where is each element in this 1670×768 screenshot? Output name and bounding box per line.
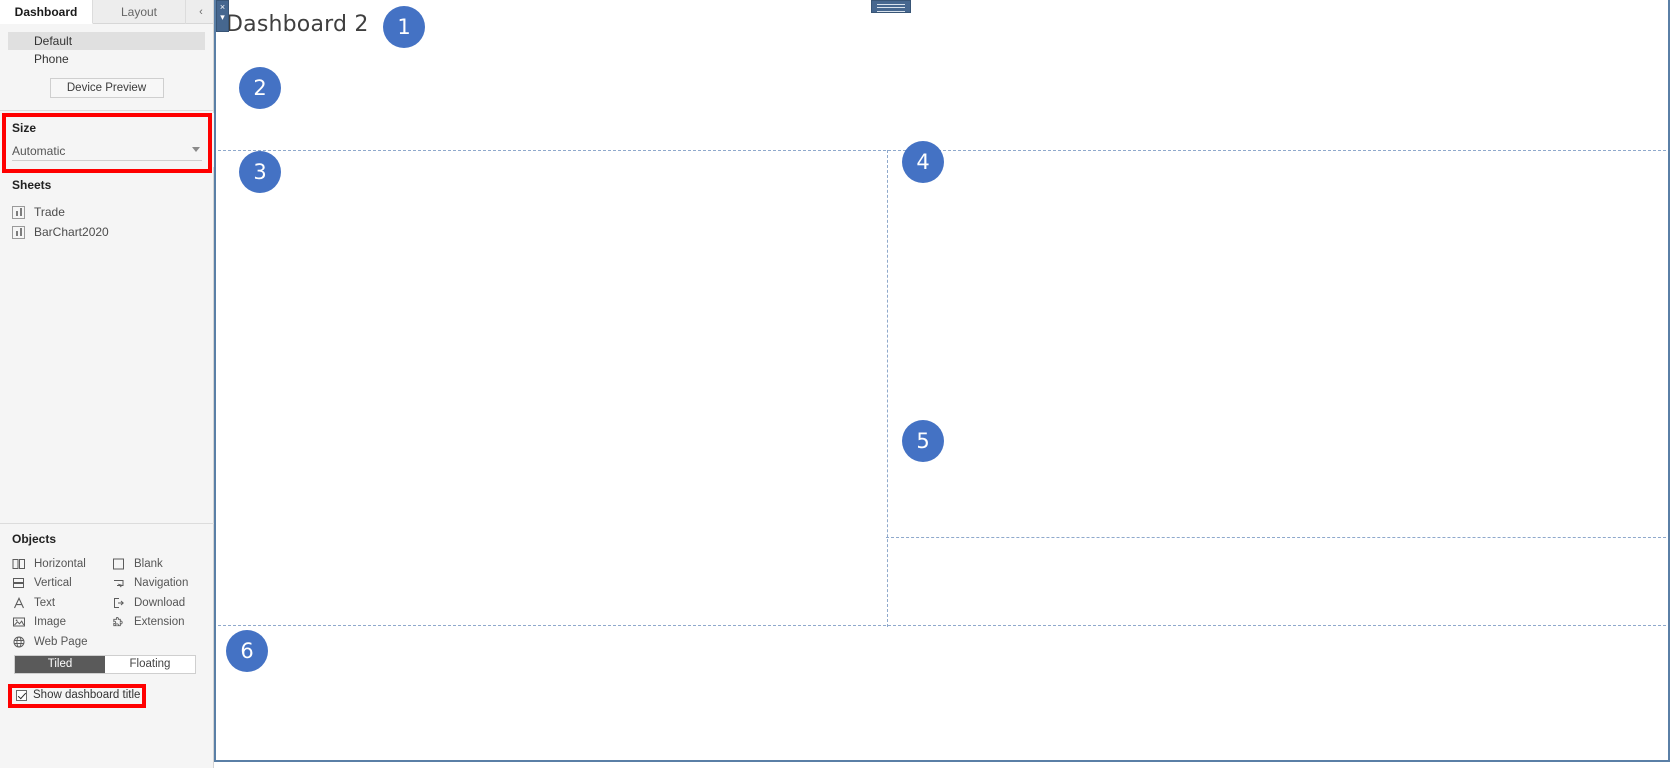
sheet-item-barchart2020[interactable]: BarChart2020 <box>12 222 202 242</box>
tab-layout[interactable]: Layout <box>93 0 186 24</box>
marker-4: 4 <box>902 141 944 183</box>
guide-line-horizontal-bottom <box>218 625 1666 626</box>
canvas-edge-controls[interactable]: × ▾ <box>216 0 229 32</box>
device-item-default[interactable]: Default <box>8 32 205 50</box>
download-icon <box>112 596 126 610</box>
size-section: Size Automatic <box>0 113 214 167</box>
marker-6-label: 6 <box>240 639 254 663</box>
extension-puzzle-icon <box>112 615 126 629</box>
device-item-phone-label: Phone <box>34 52 69 66</box>
sheet-item-trade[interactable]: Trade <box>12 202 202 222</box>
size-section-title: Size <box>12 121 37 135</box>
navigation-icon <box>112 576 126 590</box>
object-vertical[interactable]: Vertical <box>12 574 112 594</box>
device-list: Default Phone <box>0 24 213 68</box>
marker-2: 2 <box>239 67 281 109</box>
size-dropdown[interactable]: Automatic <box>12 143 202 161</box>
object-web-page-label: Web Page <box>34 635 88 648</box>
marker-5: 5 <box>902 420 944 462</box>
object-web-page[interactable]: Web Page <box>12 632 112 652</box>
object-navigation[interactable]: Navigation <box>112 574 202 594</box>
object-blank-label: Blank <box>134 557 163 570</box>
tab-dashboard[interactable]: Dashboard <box>0 0 93 24</box>
show-dashboard-title-label: Show dashboard title <box>33 689 141 701</box>
sheet-item-barchart2020-label: BarChart2020 <box>34 225 109 239</box>
chevron-down-icon[interactable]: ▾ <box>217 12 228 22</box>
marker-4-label: 4 <box>916 150 930 174</box>
sheets-section-title: Sheets <box>12 178 52 192</box>
layout-mode-toggle: Tiled Floating <box>14 655 196 674</box>
sheets-section: Sheets Trade BarChart2020 <box>0 178 214 242</box>
object-vertical-label: Vertical <box>34 577 72 590</box>
text-a-icon <box>12 596 26 610</box>
left-sidebar: Dashboard Layout ‹ Default Phone Device … <box>0 0 214 768</box>
guide-line-horizontal-mid <box>886 537 1666 538</box>
show-dashboard-title-checkbox[interactable] <box>16 689 27 701</box>
objects-section-title: Objects <box>12 532 57 546</box>
object-image[interactable]: Image <box>12 613 112 633</box>
object-horizontal[interactable]: Horizontal <box>12 554 112 574</box>
object-download[interactable]: Download <box>112 593 202 613</box>
dashboard-canvas[interactable]: Dashboard 2 × ▾ 1 2 3 4 5 6 <box>214 0 1670 762</box>
marker-1-label: 1 <box>397 15 411 39</box>
sheet-item-trade-label: Trade <box>34 205 65 219</box>
chevron-down-icon <box>192 147 200 152</box>
marker-3-label: 3 <box>253 160 267 184</box>
object-image-label: Image <box>34 616 66 629</box>
object-horizontal-label: Horizontal <box>34 557 86 570</box>
objects-section: Objects Horizontal Blank Vertical Naviga… <box>0 523 214 652</box>
image-icon <box>12 615 26 629</box>
tiled-button[interactable]: Tiled <box>15 656 105 673</box>
object-text[interactable]: Text <box>12 593 112 613</box>
collapse-panel-icon[interactable]: ‹ <box>193 0 209 24</box>
vertical-layout-icon <box>12 576 26 590</box>
horizontal-layout-icon <box>12 557 26 571</box>
globe-icon <box>12 635 26 649</box>
bar-chart-icon <box>12 205 25 219</box>
tableau-dashboard-editor: Dashboard Layout ‹ Default Phone Device … <box>0 0 1670 768</box>
show-dashboard-title-row[interactable]: Show dashboard title <box>16 689 140 701</box>
bar-chart-icon <box>12 225 25 239</box>
objects-grid: Horizontal Blank Vertical Navigation Tex… <box>12 554 202 652</box>
top-drag-handle[interactable] <box>871 0 911 13</box>
object-blank[interactable]: Blank <box>112 554 202 574</box>
close-icon[interactable]: × <box>217 2 228 12</box>
device-preview-button[interactable]: Device Preview <box>49 78 164 98</box>
sidebar-tabbar: Dashboard Layout ‹ <box>0 0 213 24</box>
tab-layout-label: Layout <box>120 5 158 19</box>
dashboard-title[interactable]: Dashboard 2 <box>226 12 369 37</box>
divider-above-size <box>0 110 213 111</box>
floating-button[interactable]: Floating <box>105 656 195 673</box>
tab-dashboard-label: Dashboard <box>14 5 78 19</box>
marker-2-label: 2 <box>253 76 267 100</box>
object-text-label: Text <box>34 596 56 609</box>
object-extension-label: Extension <box>134 616 185 629</box>
device-item-phone[interactable]: Phone <box>8 50 205 68</box>
marker-3: 3 <box>239 151 281 193</box>
object-extension[interactable]: Extension <box>112 613 202 633</box>
dashboard-canvas-area: Dashboard 2 × ▾ 1 2 3 4 5 6 <box>214 0 1670 768</box>
marker-5-label: 5 <box>916 429 930 453</box>
guide-line-vertical <box>887 150 888 627</box>
guide-line-horizontal-top <box>218 150 1666 151</box>
device-item-default-label: Default <box>34 34 73 48</box>
object-download-label: Download <box>134 596 186 609</box>
blank-square-icon <box>112 557 126 571</box>
device-preview-wrapper: Device Preview <box>0 68 213 98</box>
marker-1: 1 <box>383 6 425 48</box>
size-dropdown-value: Automatic <box>12 144 66 158</box>
marker-6: 6 <box>226 630 268 672</box>
object-navigation-label: Navigation <box>134 577 189 590</box>
